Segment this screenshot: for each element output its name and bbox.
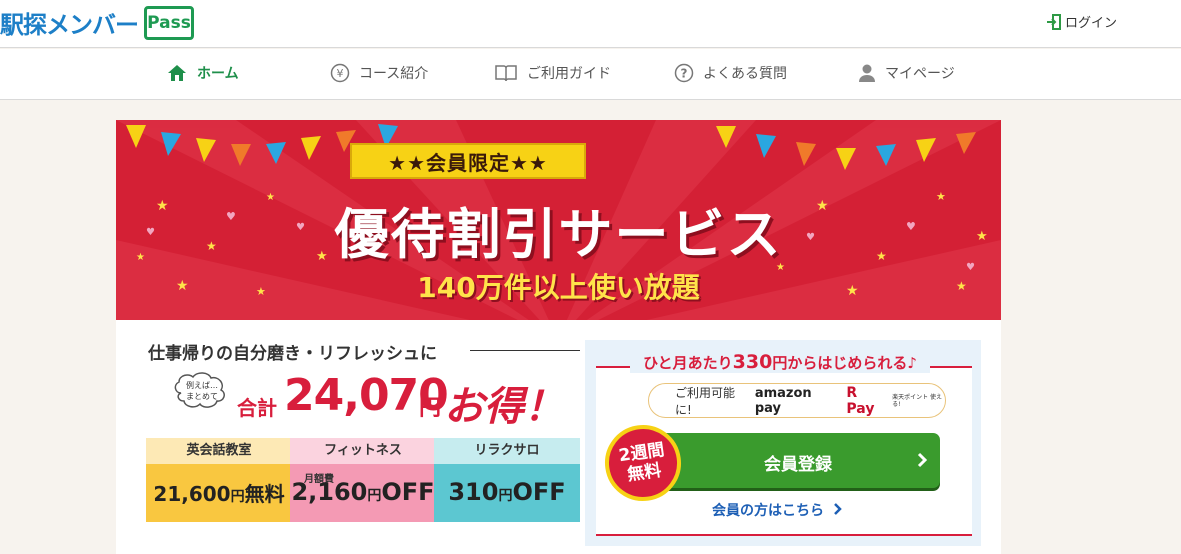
chevron-right-icon [917, 452, 928, 468]
category-amount: 310 [448, 478, 499, 506]
login-label: ログイン [1065, 16, 1118, 31]
category-amount: 21,600 [153, 482, 231, 506]
nav-label-faq: よくある質問 [703, 66, 787, 82]
badge-line2: 無料 [626, 460, 663, 486]
user-icon [859, 64, 875, 82]
category-suffix: 無料 [244, 482, 285, 506]
register-button[interactable]: 会員登録 [656, 433, 940, 488]
cloud-note: 例えば… まとめて [171, 380, 233, 402]
payment-label: ご利用可能に! [675, 385, 736, 417]
category-name: リラクサロ [434, 438, 580, 464]
category-name: 英会話教室 [146, 438, 292, 464]
logo-text: 駅探メンバー [0, 11, 139, 39]
home-icon [168, 65, 186, 81]
cloud-note-line1: 例えば… [186, 381, 218, 390]
nav-item-guide[interactable]: ご利用ガイド [494, 63, 611, 83]
r-pay-logo: R Pay [846, 384, 875, 417]
nav-label-guide: ご利用ガイド [527, 66, 611, 82]
category-amount-row: 2,160円OFF [290, 478, 436, 506]
category-suffix: OFF [512, 478, 566, 506]
category-suffix: OFF [381, 478, 435, 506]
book-icon [495, 65, 517, 82]
r-pay-note: 楽天ポイント 使える! [892, 393, 943, 408]
ribbon-label: ★★会員限定★★ [350, 143, 586, 179]
headline-price: 330 [732, 351, 773, 373]
login-icon [1047, 13, 1061, 30]
category-amount: 2,160 [291, 478, 368, 506]
category-value: 310円OFF [434, 464, 580, 522]
member-login-link[interactable]: 会員の方はこちら [712, 500, 843, 520]
site-logo[interactable]: 駅探メンバー Pass [0, 5, 194, 40]
category-unit: 円 [498, 488, 513, 504]
site-header: 駅探メンバー Pass ログイン [0, 0, 1181, 48]
savings-lead: 仕事帰りの自分磨き・リフレッシュに [148, 344, 437, 364]
category-unit: 円 [230, 489, 245, 505]
category-value: 21,600円無料 [146, 464, 292, 522]
question-icon: ? [674, 63, 694, 83]
members-only-ribbon: ★★会員限定★★ [350, 143, 586, 179]
member-link-label: 会員の方はこちら [712, 503, 824, 519]
category-amount-row: 310円OFF [434, 478, 580, 506]
nav-item-courses[interactable]: ¥ コース紹介 [330, 63, 428, 83]
nav-label-courses: コース紹介 [359, 66, 429, 82]
category-value: 月額費 2,160円OFF [290, 464, 436, 522]
logo-pass-badge: Pass [144, 5, 194, 40]
nav-label-mypage: マイページ [885, 66, 955, 82]
cloud-note-line2: まとめて [186, 392, 218, 401]
lead-divider [470, 350, 580, 351]
banner-subtitle: 140万件以上使い放題 [417, 271, 700, 304]
amazon-pay-logo: amazon pay [754, 385, 812, 416]
yen-icon: ¥ [330, 63, 350, 83]
category-unit: 円 [367, 488, 382, 504]
category-fitness: フィットネス 月額費 2,160円OFF [290, 438, 436, 522]
total-label: 合計 [237, 396, 277, 420]
category-english: 英会話教室 21,600円無料 [146, 438, 292, 522]
svg-text:¥: ¥ [337, 67, 344, 80]
nav-label-home: ホーム [197, 66, 239, 82]
chevron-right-icon [833, 503, 842, 515]
register-label: 会員登録 [764, 455, 832, 475]
banner-title: 優待割引サービス [334, 203, 783, 266]
headline-pre: ひと月あたり [643, 354, 733, 372]
nav-item-home[interactable]: ホーム [166, 63, 239, 83]
login-link[interactable]: ログイン [1046, 12, 1117, 31]
category-name: フィットネス [290, 438, 436, 464]
svg-text:?: ? [681, 67, 688, 81]
category-amount-row: 21,600円無料 [146, 478, 292, 507]
nav-item-faq[interactable]: ? よくある質問 [674, 63, 787, 83]
signup-headline: ひと月あたり330円からはじめられる♪ [630, 351, 930, 373]
main-nav: ホーム ¥ コース紹介 ご利用ガイド ? よくある質問 マイページ [0, 49, 1181, 100]
total-unit: 円 [419, 396, 442, 421]
headline-post: 円からはじめられる♪ [772, 354, 917, 372]
total-suffix: お得！ [444, 384, 564, 430]
nav-item-mypage[interactable]: マイページ [858, 63, 955, 83]
category-relaxation: リラクサロ 310円OFF [434, 438, 580, 522]
payment-methods: ご利用可能に! amazon pay R Pay 楽天ポイント 使える! [648, 383, 946, 418]
